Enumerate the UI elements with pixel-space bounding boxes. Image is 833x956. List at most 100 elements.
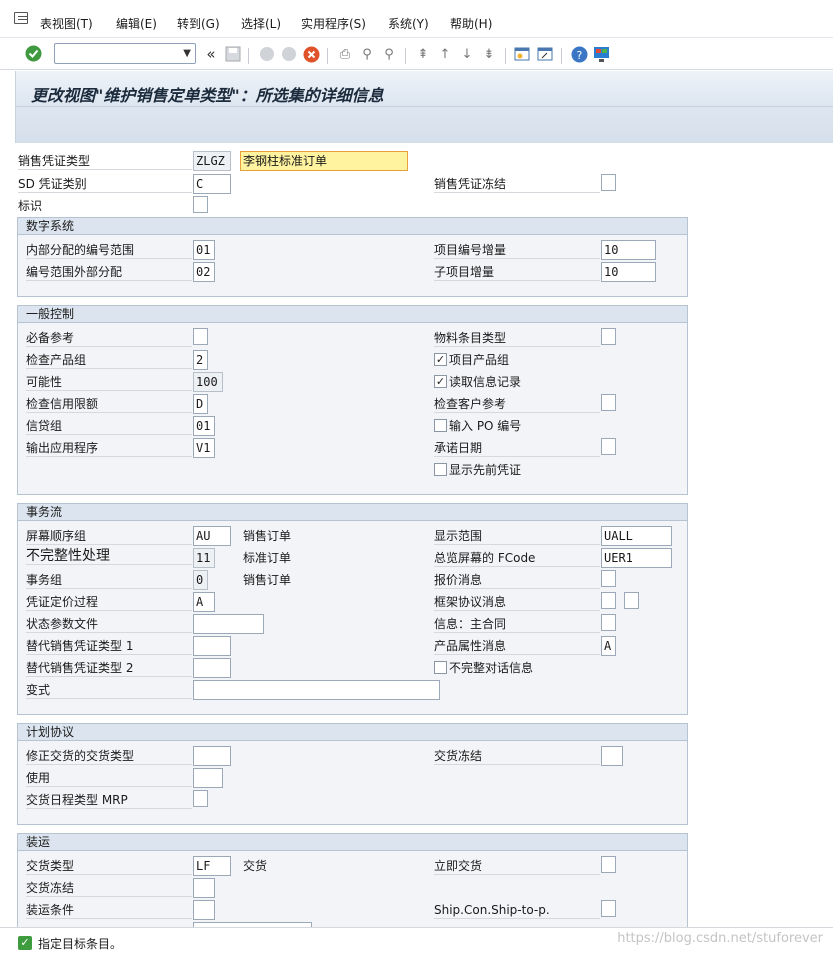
save-icon[interactable] [224, 45, 242, 63]
display-range-label: 显示范围 [434, 527, 600, 545]
help-icon[interactable]: ? [570, 45, 588, 63]
doc-type-field: ZLGZ [193, 151, 231, 171]
find-next-icon[interactable]: ⚲ [380, 45, 398, 63]
sub-incr-input[interactable]: 10 [601, 262, 656, 282]
corr-delivery-type-input[interactable] [193, 746, 231, 766]
display-range-input[interactable]: UALL [601, 526, 672, 546]
menu-utilities[interactable]: 实用程序(S) [301, 15, 366, 32]
doc-block-label: 销售凭证冻结 [434, 175, 600, 193]
group-title: 一般控制 [18, 306, 687, 323]
status-message: 指定目标条目。 [38, 937, 123, 951]
immediate-delivery-input[interactable] [601, 856, 616, 873]
shortcut-icon[interactable] [536, 45, 554, 63]
system-menu-icon[interactable] [14, 12, 28, 24]
incompletion-label: 不完整性处理 [26, 547, 192, 565]
menu-system[interactable]: 系统(Y) [388, 15, 429, 32]
shipping-cond-label: 装运条件 [26, 901, 192, 919]
ref-mandatory-label: 必备参考 [26, 329, 192, 347]
credit-check-label: 检查信用限额 [26, 395, 192, 413]
screen-seq-input[interactable]: AU [193, 526, 231, 546]
ship-con-input[interactable] [601, 900, 616, 917]
outline-agreement-msg-input[interactable] [601, 592, 616, 609]
po-number-checkbox[interactable] [434, 419, 447, 432]
menu-table-view[interactable]: 表视图(T) [40, 15, 93, 32]
product-attr-msg-input[interactable]: A [601, 636, 616, 656]
shipping-cond-input[interactable] [193, 900, 215, 920]
read-info-record-checkbox[interactable]: ✓ [434, 375, 447, 388]
trans-group-desc: 销售订单 [243, 573, 292, 587]
next-page-icon[interactable]: ↓ [458, 45, 476, 63]
layout-menu-icon[interactable] [592, 45, 610, 63]
ext-range-input[interactable]: 02 [193, 262, 215, 282]
trans-group-input[interactable]: 0 [193, 570, 208, 590]
div-check-input[interactable]: 2 [193, 350, 208, 370]
sd-category-label: SD 凭证类别 [18, 175, 192, 193]
incomplete-dialog-checkbox[interactable] [434, 661, 447, 674]
mat-entry-type-label: 物料条目类型 [434, 329, 600, 347]
div-check-label: 检查产品组 [26, 351, 192, 369]
credit-group-input[interactable]: 01 [193, 416, 215, 436]
probability-label: 可能性 [26, 373, 192, 391]
int-range-input[interactable]: 01 [193, 240, 215, 260]
status-profile-input[interactable] [193, 614, 264, 634]
outline-agreement-msg-input-2[interactable] [624, 592, 639, 609]
item-division-checkbox[interactable]: ✓ [434, 353, 447, 366]
incompletion-input[interactable]: 11 [193, 548, 215, 568]
shipping-delivery-block-input[interactable] [193, 878, 215, 898]
create-session-icon[interactable] [513, 45, 531, 63]
command-field[interactable]: ▼ [54, 43, 196, 64]
double-left-arrow-icon[interactable]: « [202, 45, 220, 63]
variant-input[interactable] [193, 680, 440, 700]
check-icon[interactable] [24, 44, 42, 62]
fcode-label: 总览屏幕的 FCode [434, 549, 600, 567]
chevron-down-icon[interactable]: ▼ [183, 48, 191, 59]
page-title: 更改视图"维护销售定单类型"：所选集的详细信息 [31, 86, 384, 105]
incomplete-dialog-label: 不完整对话信息 [449, 661, 534, 675]
usage-input[interactable] [193, 768, 223, 788]
delivery-type-input[interactable]: LF [193, 856, 231, 876]
item-incr-input[interactable]: 10 [601, 240, 656, 260]
mrp-type-input[interactable] [193, 790, 208, 807]
exit-icon[interactable] [280, 45, 298, 63]
menu-selection[interactable]: 选择(L) [241, 15, 281, 32]
cust-ref-input[interactable] [601, 394, 616, 411]
pricing-proc-input[interactable]: A [193, 592, 215, 612]
back-icon[interactable] [258, 45, 276, 63]
master-contract-input[interactable] [601, 614, 616, 631]
menu-edit[interactable]: 编辑(E) [116, 15, 157, 32]
master-contract-label: 信息：主合同 [434, 615, 600, 633]
alt-doc-type2-input[interactable] [193, 658, 231, 678]
cancel-icon[interactable] [302, 45, 320, 63]
schedule-delivery-block-input[interactable] [601, 746, 623, 766]
find-icon[interactable]: ⚲ [358, 45, 376, 63]
screen-seq-label: 屏幕顺序组 [26, 527, 192, 545]
last-page-icon[interactable]: ⇟ [480, 45, 498, 63]
commit-date-input[interactable] [601, 438, 616, 455]
credit-check-input[interactable]: D [193, 394, 208, 414]
incompletion-desc: 标准订单 [243, 551, 292, 565]
product-attr-msg-label: 产品属性消息 [434, 637, 600, 655]
group-title: 计划协议 [18, 724, 687, 741]
menu-bar: 表视图(T) 编辑(E) 转到(G) 选择(L) 实用程序(S) 系统(Y) 帮… [0, 0, 833, 38]
ref-mandatory-input[interactable] [193, 328, 208, 345]
alt-doc-type1-input[interactable] [193, 636, 231, 656]
previous-page-icon[interactable]: ↑ [436, 45, 454, 63]
commit-date-label: 承诺日期 [434, 439, 600, 457]
show-prev-docs-checkbox[interactable] [434, 463, 447, 476]
po-number-label: 输入 PO 编号 [449, 419, 522, 433]
menu-help[interactable]: 帮助(H) [450, 15, 492, 32]
print-icon[interactable]: ⎙ [336, 45, 354, 63]
doc-block-input[interactable] [601, 174, 616, 191]
mat-entry-type-input[interactable] [601, 328, 616, 345]
probability-input[interactable]: 100 [193, 372, 223, 392]
indicator-input[interactable] [193, 196, 208, 213]
delivery-type-desc: 交货 [243, 859, 268, 873]
doc-type-description-input[interactable]: 李钢柱标准订单 [240, 151, 408, 171]
schedule-delivery-block-label: 交货冻结 [434, 747, 600, 765]
fcode-input[interactable]: UER1 [601, 548, 672, 568]
sd-category-input[interactable]: C [193, 174, 231, 194]
quotation-msg-input[interactable] [601, 570, 616, 587]
first-page-icon[interactable]: ⇞ [414, 45, 432, 63]
menu-goto[interactable]: 转到(G) [177, 15, 220, 32]
output-app-input[interactable]: V1 [193, 438, 215, 458]
